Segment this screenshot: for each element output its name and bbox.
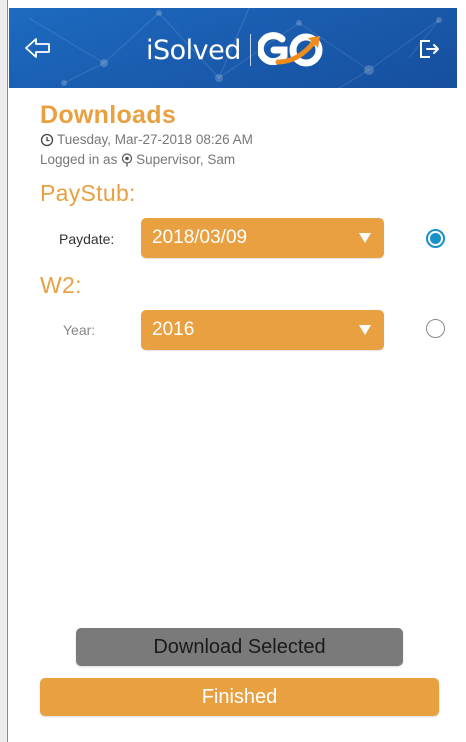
back-button[interactable]: [23, 34, 53, 62]
current-datetime: Tuesday, Mar-27-2018 08:26 AM: [57, 132, 253, 147]
isolved-go-logo: iSolved: [146, 30, 328, 70]
logged-in-prefix: Logged in as: [40, 152, 122, 167]
clock-icon: [40, 133, 54, 147]
datetime-line: Tuesday, Mar-27-2018 08:26 AM: [40, 130, 446, 150]
logo-divider: [249, 34, 251, 66]
paydate-label: Paydate:: [59, 231, 115, 247]
user-badge-icon: [121, 153, 133, 167]
logged-in-line: Logged in as Supervisor, Sam: [40, 150, 446, 170]
dropdown-caret-icon: [359, 233, 371, 243]
finished-button[interactable]: Finished: [40, 678, 439, 716]
logo-text: iSolved: [146, 34, 241, 66]
year-label: Year:: [63, 322, 96, 338]
paystub-section-title: PayStub:: [40, 180, 136, 206]
go-mark-logo: [257, 32, 323, 67]
download-selected-button[interactable]: Download Selected: [76, 628, 403, 666]
paydate-selected-value: 2018/03/09: [152, 227, 248, 248]
dropdown-caret-icon: [359, 325, 371, 335]
logout-icon: [420, 40, 439, 58]
year-select[interactable]: 2016: [141, 310, 384, 350]
paydate-select[interactable]: 2018/03/09: [141, 218, 384, 258]
w2-section-title: W2:: [40, 272, 82, 298]
page-title: Downloads: [40, 101, 177, 129]
paystub-radio[interactable]: [426, 229, 445, 248]
logout-button[interactable]: [415, 36, 445, 62]
arrow-left-outline-icon: [25, 38, 50, 58]
app-frame: iSolved Downloads Tuesday, Mar-27-2018 0…: [0, 0, 466, 742]
logged-in-user: Supervisor, Sam: [136, 152, 236, 167]
w2-radio[interactable]: [426, 319, 445, 338]
year-selected-value: 2016: [152, 319, 195, 340]
page-heading: Downloads Tuesday, Mar-27-2018 08:26 AM …: [40, 100, 446, 170]
window-edge: [0, 0, 8, 742]
app-header: iSolved: [9, 8, 457, 88]
